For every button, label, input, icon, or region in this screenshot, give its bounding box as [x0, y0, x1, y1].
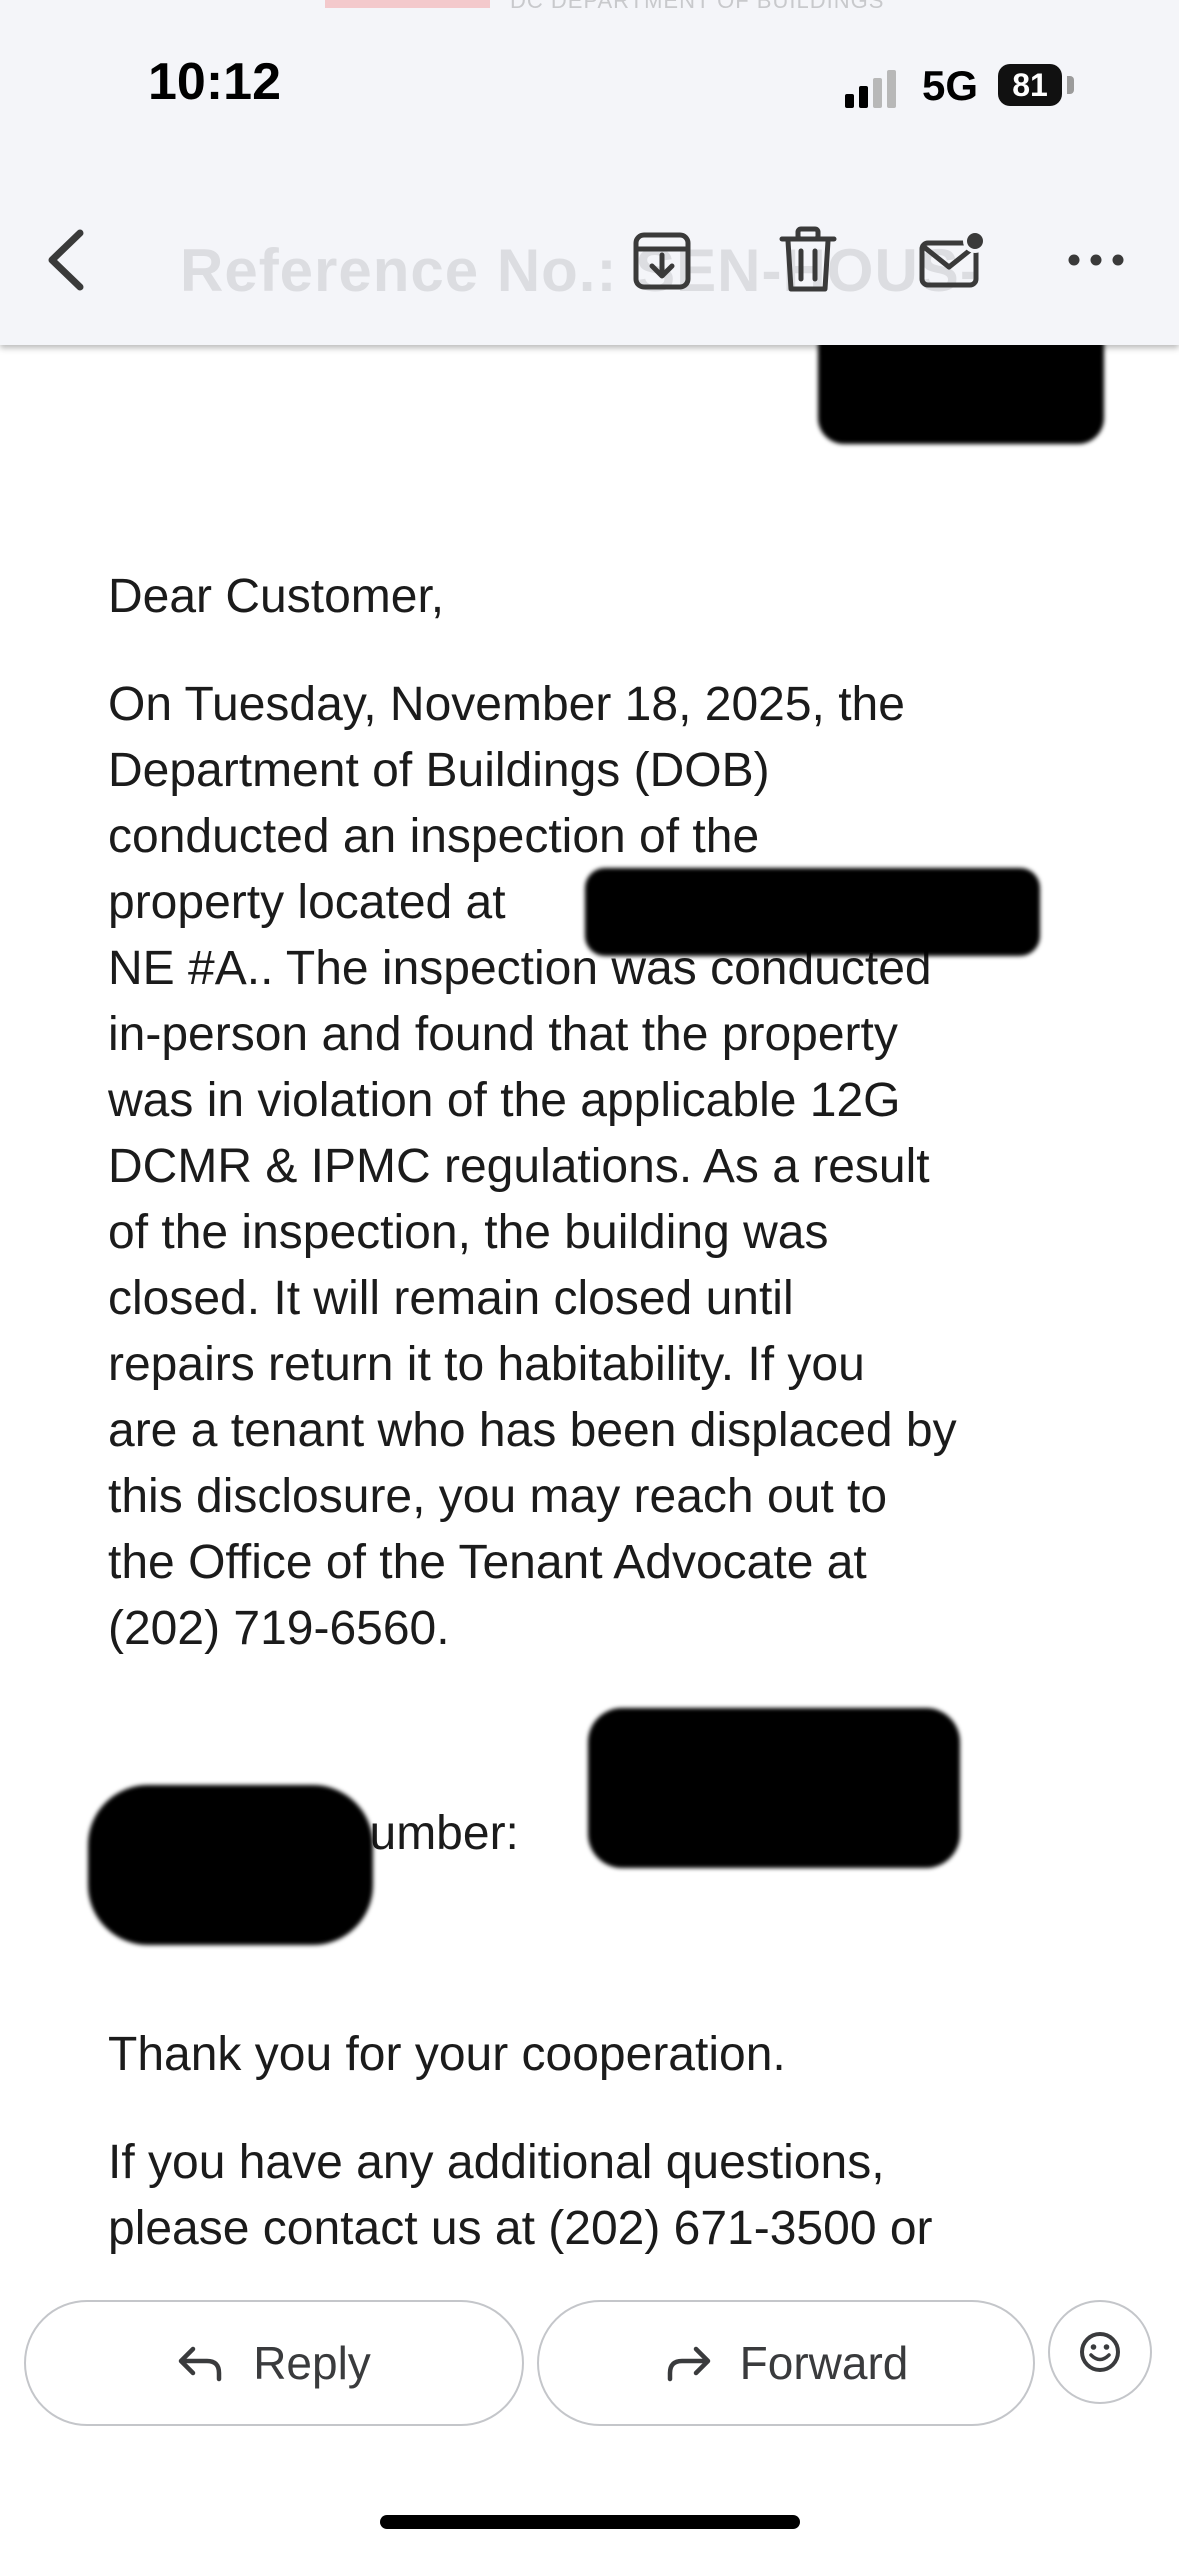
body-line: was in violation of the applicable 12G — [108, 1074, 901, 1127]
body-line: repairs return it to habitability. If yo… — [108, 1338, 865, 1391]
forward-button[interactable]: Forward — [537, 2300, 1035, 2426]
faint-subject: Reference No.: SEN-HOUS- — [180, 237, 981, 304]
body-line: closed. It will remain closed until — [108, 1272, 794, 1325]
more-icon[interactable] — [1066, 225, 1126, 295]
body-line: DCMR & IPMC regulations. As a result — [108, 1140, 930, 1193]
forward-label: Forward — [739, 2337, 909, 2389]
contact-line: please contact us at (202) 671-3500 or — [108, 2202, 933, 2255]
sender-banner-accent — [325, 0, 490, 8]
trash-icon[interactable] — [776, 225, 840, 295]
top-header: DC DEPARTMENT OF BUILDINGS 10:12 5G 81 R… — [0, 0, 1179, 345]
body-line: the Office of the Tenant Advocate at — [108, 1536, 867, 1589]
contact-paragraph: If you have any additional questions, pl… — [108, 2130, 1108, 2262]
body-line: (202) 719-6560. — [108, 1602, 450, 1655]
forward-arrow-icon — [667, 2346, 710, 2382]
network-label: 5G — [922, 62, 979, 109]
battery-nub — [1067, 76, 1074, 94]
back-chevron-icon[interactable] — [40, 225, 96, 295]
redaction-block — [585, 868, 1040, 956]
contact-line: If you have any additional questions, — [108, 2136, 885, 2189]
body-line: in-person and found that the property — [108, 1008, 898, 1061]
home-indicator — [380, 2515, 800, 2529]
body-line: are a tenant who has been displaced by — [108, 1404, 957, 1457]
archive-icon[interactable] — [630, 225, 694, 295]
body-line: Department of Buildings (DOB) — [108, 744, 770, 797]
mark-unread-icon[interactable] — [918, 225, 988, 295]
reply-arrow-icon — [178, 2346, 222, 2382]
reply-label: Reply — [253, 2337, 371, 2389]
email-paragraph-main: On Tuesday, November 18, 2025, the Depar… — [108, 672, 1108, 1662]
thanks-line: Thank you for your cooperation. — [108, 2028, 786, 2081]
redaction-block — [588, 1708, 960, 1868]
body-line: this disclosure, you may reach out to — [108, 1470, 888, 1523]
battery-icon: 81 — [998, 64, 1062, 106]
greeting: Dear Customer, — [108, 570, 445, 623]
sender-banner-text: DC DEPARTMENT OF BUILDINGS — [510, 0, 885, 13]
status-time: 10:12 — [148, 53, 281, 111]
signal-icon — [845, 70, 896, 108]
emoji-reaction-button[interactable] — [1048, 2300, 1152, 2404]
body-line: On Tuesday, November 18, 2025, the — [108, 678, 905, 731]
smiley-icon — [1080, 2332, 1120, 2372]
body-line: of the inspection, the building was — [108, 1206, 829, 1259]
body-line: conducted an inspection of the — [108, 810, 760, 863]
redaction-block — [88, 1785, 373, 1945]
reply-button[interactable]: Reply — [24, 2300, 524, 2426]
